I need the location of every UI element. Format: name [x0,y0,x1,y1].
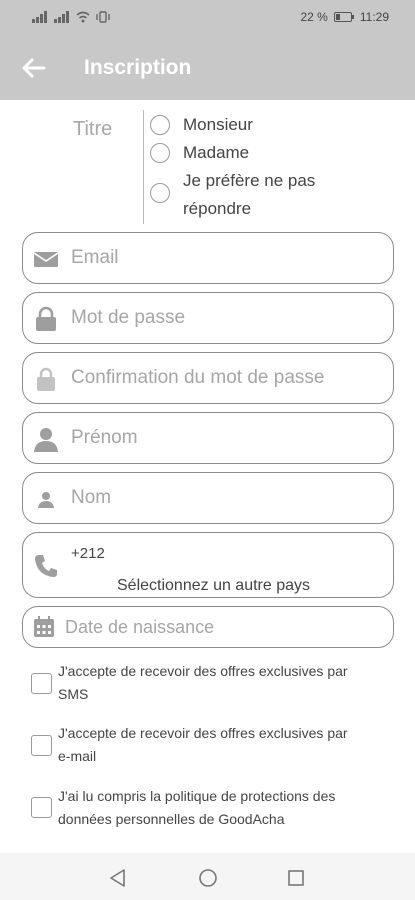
phone-country-code[interactable]: +212 [71,545,105,562]
vibrate-icon [96,11,110,23]
phone-icon [35,555,57,577]
password-confirm-field[interactable] [22,352,394,404]
select-country-link[interactable]: Sélectionnez un autre pays [117,577,310,595]
consent-email-line1: J'accepte de recevoir des offres exclusi… [58,725,348,741]
wifi-icon [76,11,90,23]
battery-percent: 22 % [300,10,328,24]
system-nav-bar [0,853,415,900]
radio-label-no-answer-line1[interactable]: Je préfère ne pas [183,167,315,195]
app-bar: Inscription [0,36,415,100]
consent-email-label[interactable]: J'accepte de recevoir des offres exclusi… [58,722,398,768]
back-arrow-icon[interactable] [20,54,48,82]
signal-icon [54,11,69,23]
radio-madame[interactable] [150,143,170,163]
nav-recents-icon[interactable] [285,867,307,889]
radio-no-answer[interactable] [150,183,170,203]
phone-field[interactable]: +212 Sélectionnez un autre pays [22,532,394,598]
status-bar: 22 % 11:29 [0,0,415,36]
battery-icon [333,12,354,22]
firstname-input[interactable] [71,423,381,453]
person-icon [34,428,58,452]
consent-privacy-line2: données personnelles de GoodAcha [58,811,285,827]
email-input[interactable] [71,243,381,273]
firstname-field[interactable] [22,412,394,464]
calendar-icon [34,616,54,637]
email-field[interactable] [22,232,394,284]
radio-label-no-answer-line2[interactable]: répondre [183,195,251,223]
consent-privacy-label[interactable]: J'ai lu compris la politique de protecti… [58,785,398,831]
consent-sms-line1: J'accepte de recevoir des offres exclusi… [58,663,348,679]
lock-icon [36,306,56,331]
lock-icon [37,367,55,391]
nav-home-icon[interactable] [197,867,219,889]
clock: 11:29 [359,10,389,24]
consent-privacy-line1: J'ai lu compris la politique de protecti… [58,788,336,804]
consent-sms-line2: SMS [58,686,89,702]
birthdate-input[interactable] [65,615,365,639]
radio-label-madame[interactable]: Madame [183,139,249,167]
password-confirm-input[interactable] [71,363,381,393]
nav-back-icon[interactable] [107,867,129,889]
radio-monsieur[interactable] [150,115,170,135]
lastname-field[interactable] [22,472,394,524]
password-field[interactable] [22,292,394,344]
signal-icon [32,11,47,23]
consent-email-line2: e-mail [58,748,97,764]
consent-sms-checkbox[interactable] [31,673,52,694]
lastname-input[interactable] [71,483,381,513]
password-input[interactable] [71,303,381,333]
person-icon [38,492,54,508]
title-divider [143,110,144,224]
consent-privacy-checkbox[interactable] [31,797,52,818]
radio-label-monsieur[interactable]: Monsieur [183,111,253,139]
consent-sms-label[interactable]: J'accepte de recevoir des offres exclusi… [58,660,398,706]
mail-icon [33,252,59,267]
birthdate-field[interactable] [22,606,394,648]
status-icons-left [32,11,110,23]
page-title: Inscription [84,56,192,79]
consent-email-checkbox[interactable] [31,735,52,756]
status-icons-right: 22 % 11:29 [301,10,390,24]
title-label: Titre [73,118,113,140]
